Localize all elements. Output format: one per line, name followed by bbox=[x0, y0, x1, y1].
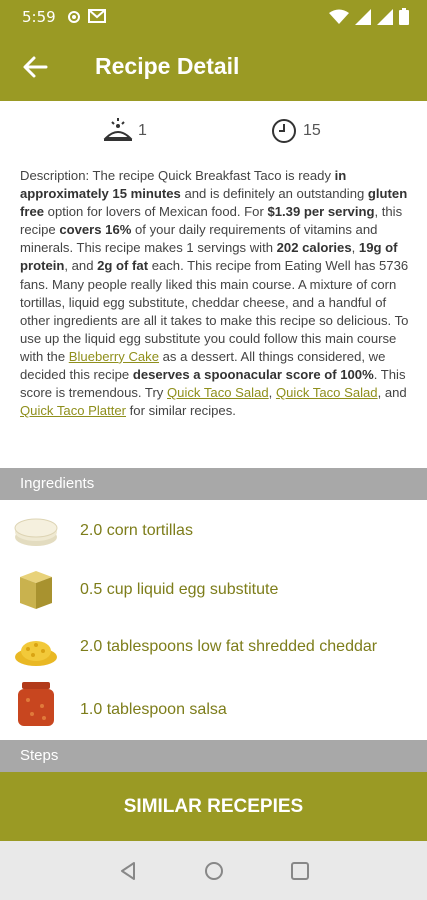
salsa-jar-icon bbox=[18, 682, 54, 726]
nav-recents-icon[interactable] bbox=[290, 861, 310, 881]
mail-icon bbox=[88, 9, 106, 23]
nav-back-icon[interactable] bbox=[118, 861, 138, 881]
description-text: and is definitely an outstanding bbox=[180, 186, 368, 202]
description-text: Description: The recipe Quick Breakfast … bbox=[20, 168, 335, 183]
back-arrow-icon[interactable] bbox=[22, 54, 48, 80]
description-text: , bbox=[351, 240, 359, 256]
recipe-description: Description: The recipe Quick Breakfast … bbox=[20, 167, 410, 420]
description-text: , and bbox=[377, 385, 407, 401]
description-text: for similar recipes. bbox=[126, 403, 236, 419]
description-text: , bbox=[268, 385, 276, 401]
clock-icon bbox=[272, 119, 296, 143]
description-highlight: covers 16% bbox=[59, 222, 132, 238]
description-highlight: 202 calories bbox=[276, 240, 352, 256]
ingredient-item[interactable]: 2.0 tablespoons low fat shredded cheddar bbox=[0, 620, 427, 678]
description-highlight: 2g of fat bbox=[97, 258, 149, 274]
status-bar: 5:59 bbox=[0, 0, 427, 34]
nav-home-icon[interactable] bbox=[204, 861, 224, 881]
status-notification-icons bbox=[66, 9, 106, 25]
page-title: Recipe Detail bbox=[95, 53, 240, 79]
description-highlight: deserves a spoonacular score of 100% bbox=[132, 367, 374, 383]
similar-recipes-button[interactable]: SIMILAR RECEPIES bbox=[0, 772, 427, 841]
wifi-icon bbox=[329, 9, 349, 24]
similar-recipe-link[interactable]: Quick Taco Salad bbox=[276, 385, 378, 400]
egg-carton-icon bbox=[20, 571, 52, 609]
ready-minutes-value: 15 bbox=[303, 122, 321, 139]
ingredient-item[interactable]: 1.0 tablespoon salsa bbox=[0, 678, 427, 736]
servings-icon bbox=[103, 118, 133, 141]
tortilla-icon bbox=[14, 518, 58, 546]
ingredient-label: 1.0 tablespoon salsa bbox=[80, 701, 227, 718]
status-time: 5:59 bbox=[22, 8, 56, 26]
signal-icon-2 bbox=[377, 8, 393, 25]
similar-recipe-link[interactable]: Quick Taco Salad bbox=[167, 385, 269, 400]
ingredient-label: 2.0 corn tortillas bbox=[80, 522, 193, 539]
battery-icon bbox=[399, 8, 409, 25]
ingredients-header: Ingredients bbox=[0, 468, 427, 500]
ingredient-item[interactable]: 0.5 cup liquid egg substitute bbox=[0, 561, 427, 619]
description-highlight: $1.39 per serving bbox=[267, 204, 375, 220]
ingredient-label: 0.5 cup liquid egg substitute bbox=[80, 581, 279, 598]
ingredient-item[interactable]: 2.0 corn tortillas bbox=[0, 502, 427, 560]
cheese-icon bbox=[15, 641, 57, 666]
ingredient-label: 2.0 tablespoons low fat shredded cheddar bbox=[80, 638, 378, 655]
system-navigation-bar bbox=[0, 841, 427, 900]
recipe-meta: 1 15 bbox=[0, 110, 427, 154]
similar-recipe-link[interactable]: Blueberry Cake bbox=[69, 349, 159, 364]
description-text: , and bbox=[64, 258, 98, 274]
app-bar: Recipe Detail bbox=[0, 34, 427, 101]
signal-icon bbox=[355, 8, 371, 25]
description-text: option for lovers of Mexican food. For bbox=[44, 204, 268, 220]
steps-header: Steps bbox=[0, 740, 427, 772]
status-system-icons bbox=[329, 8, 409, 25]
ingredient-list: 2.0 corn tortillas 0.5 cup liquid egg su… bbox=[0, 500, 427, 740]
servings-value: 1 bbox=[138, 122, 147, 139]
settings-icon bbox=[68, 11, 80, 23]
similar-recipe-link[interactable]: Quick Taco Platter bbox=[20, 403, 126, 418]
